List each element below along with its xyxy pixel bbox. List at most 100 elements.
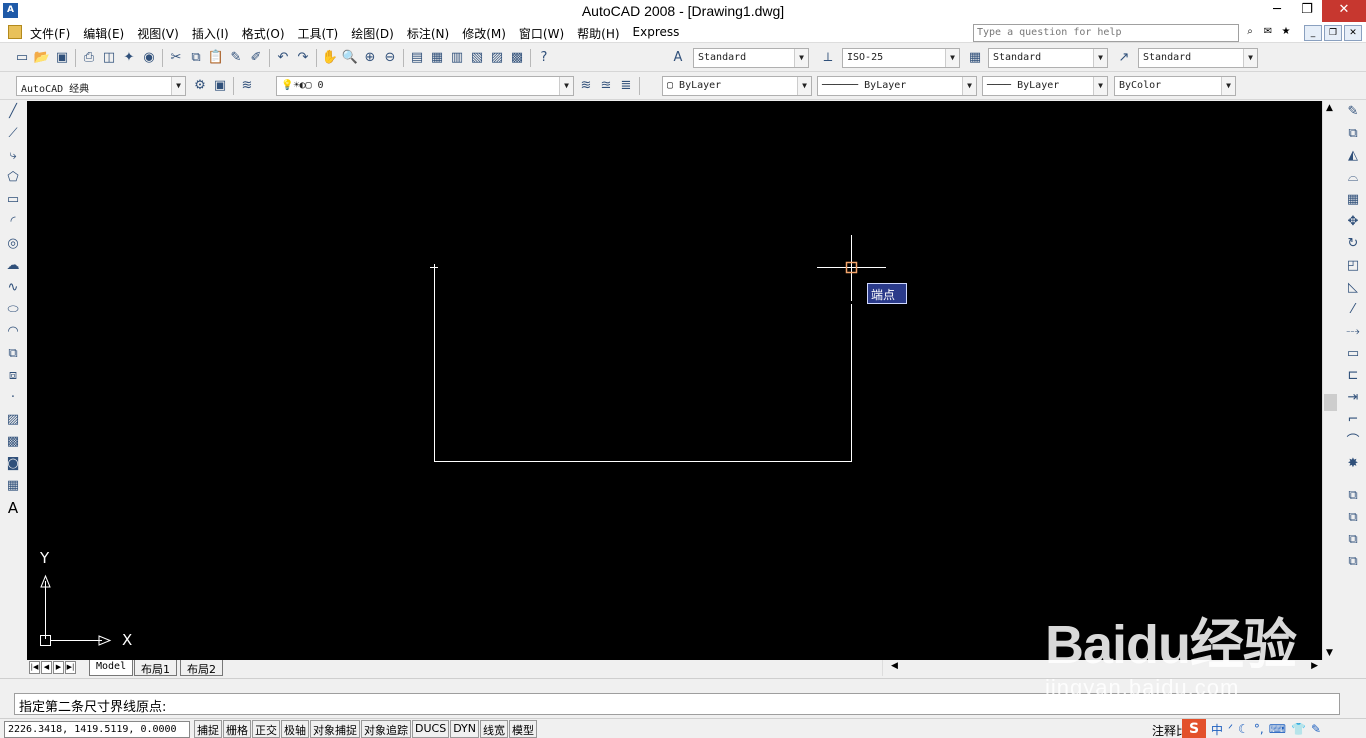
tab-layout1[interactable]: 布局1: [134, 660, 177, 676]
dyn-toggle[interactable]: DYN: [450, 720, 480, 738]
tab-layout2[interactable]: 布局2: [180, 660, 223, 676]
table-style-icon[interactable]: ▦: [965, 48, 985, 68]
menu-draw[interactable]: 绘图(D): [351, 25, 394, 42]
comma-icon[interactable]: °,: [1254, 722, 1264, 736]
redo-icon[interactable]: ↷: [293, 48, 313, 68]
doc-restore-button[interactable]: ❐: [1324, 25, 1342, 41]
join-icon[interactable]: ⇥: [1343, 388, 1363, 408]
trim-icon[interactable]: ⁄: [1343, 300, 1363, 320]
menu-tools[interactable]: 工具(T): [298, 25, 339, 42]
tools-icon[interactable]: ✎: [1311, 722, 1321, 736]
drawing-svg[interactable]: [27, 101, 1322, 660]
copy-icon[interactable]: ⧉: [1343, 124, 1363, 144]
lineweight-select[interactable]: ──── ByLayer ▼: [982, 76, 1108, 96]
menu-edit[interactable]: 编辑(E): [83, 25, 124, 42]
workspace-settings-icon[interactable]: ⚙: [190, 76, 210, 96]
tab-model[interactable]: Model: [89, 660, 134, 676]
color-select[interactable]: ▢ ByLayer ▼: [662, 76, 812, 96]
menu-format[interactable]: 格式(O): [242, 25, 285, 42]
pan-icon[interactable]: ✋: [320, 48, 340, 68]
draworder-back-icon[interactable]: ⧉: [1343, 508, 1363, 528]
revision-cloud-icon[interactable]: ☁: [3, 256, 23, 276]
workspace-select[interactable]: AutoCAD 经典 ▼: [16, 76, 186, 96]
ellipse-icon[interactable]: ⬭: [3, 300, 23, 320]
rectangle-icon[interactable]: ▭: [3, 190, 23, 210]
zoom-realtime-icon[interactable]: 🔍: [340, 48, 360, 68]
save-icon[interactable]: ▣: [52, 48, 72, 68]
scroll-left-icon[interactable]: ◀: [891, 661, 898, 671]
ducs-toggle[interactable]: DUCS: [412, 720, 450, 738]
help-search-input[interactable]: Type a question for help: [973, 24, 1239, 42]
explode-icon[interactable]: ✸: [1343, 454, 1363, 474]
zoom-previous-icon[interactable]: ⊖: [380, 48, 400, 68]
command-line[interactable]: 指定第二条尺寸界线原点:: [14, 693, 1340, 715]
rotate-icon[interactable]: ↻: [1343, 234, 1363, 254]
drawing-canvas[interactable]: Y X 端点: [27, 101, 1322, 660]
layer-states-icon[interactable]: ≣: [616, 76, 636, 96]
plotstyle-select[interactable]: ByColor ▼: [1114, 76, 1236, 96]
ellipse-arc-icon[interactable]: ◠: [3, 322, 23, 342]
next-tab-icon[interactable]: ▶: [53, 661, 64, 674]
publish-icon[interactable]: ✦: [119, 48, 139, 68]
dim-style-select[interactable]: ISO-25 ▼: [842, 48, 960, 68]
ortho-toggle[interactable]: 正交: [252, 720, 280, 738]
3d-dwf-icon[interactable]: ◉: [139, 48, 159, 68]
scroll-up-icon[interactable]: ▲: [1326, 103, 1333, 113]
arc-icon[interactable]: ◜: [3, 212, 23, 232]
array-icon[interactable]: ▦: [1343, 190, 1363, 210]
table-style-select[interactable]: Standard ▼: [988, 48, 1108, 68]
erase-icon[interactable]: ✎: [1343, 102, 1363, 122]
model-toggle[interactable]: 模型: [509, 720, 538, 738]
insert-block-icon[interactable]: ⧉: [3, 344, 23, 364]
horizontal-scrollbar[interactable]: ◀ ▶: [882, 660, 1322, 676]
new-icon[interactable]: ▭: [12, 48, 32, 68]
offset-icon[interactable]: ⌓: [1343, 168, 1363, 188]
draworder-under-icon[interactable]: ⧉: [1343, 552, 1363, 572]
otrack-toggle[interactable]: 对象追踪: [361, 720, 411, 738]
restore-button[interactable]: ❐: [1292, 0, 1322, 22]
undo-icon[interactable]: ↶: [273, 48, 293, 68]
point-icon[interactable]: ·: [3, 388, 23, 408]
menu-view[interactable]: 视图(V): [137, 25, 179, 42]
paste-icon[interactable]: 📋: [206, 48, 226, 68]
block-editor-icon[interactable]: ✐: [246, 48, 266, 68]
menu-dimension[interactable]: 标注(N): [407, 25, 449, 42]
text-style-icon[interactable]: A: [668, 48, 688, 68]
coordinate-display[interactable]: 2226.3418, 1419.5119, 0.0000: [4, 721, 190, 738]
zoom-window-icon[interactable]: ⊕: [360, 48, 380, 68]
osnap-toggle[interactable]: 对象捕捉: [310, 720, 360, 738]
help-icon[interactable]: ?: [534, 48, 554, 68]
punctuation-icon[interactable]: ᐟ: [1228, 722, 1233, 736]
construction-line-icon[interactable]: ⟋: [3, 124, 23, 144]
extend-icon[interactable]: ⤏: [1343, 322, 1363, 342]
sheet-set-icon[interactable]: ▧: [467, 48, 487, 68]
table-icon[interactable]: ▦: [3, 476, 23, 496]
save-workspace-icon[interactable]: ▣: [210, 76, 230, 96]
mirror-icon[interactable]: ◭: [1343, 146, 1363, 166]
search-icon[interactable]: ⌕: [1242, 24, 1258, 40]
scroll-right-icon[interactable]: ▶: [1311, 661, 1318, 671]
polar-toggle[interactable]: 极轴: [281, 720, 309, 738]
spline-icon[interactable]: ∿: [3, 278, 23, 298]
prev-tab-icon[interactable]: ◀: [41, 661, 52, 674]
multileader-style-icon[interactable]: ↗: [1114, 48, 1134, 68]
break-icon[interactable]: ⊏: [1343, 366, 1363, 386]
vertical-scroll-thumb[interactable]: [1324, 394, 1337, 411]
design-center-icon[interactable]: ▦: [427, 48, 447, 68]
doc-minimize-button[interactable]: _: [1304, 25, 1322, 41]
mtext-icon[interactable]: A: [3, 498, 23, 518]
properties-icon[interactable]: ▤: [407, 48, 427, 68]
last-tab-icon[interactable]: ▶|: [65, 661, 76, 674]
break-at-point-icon[interactable]: ▭: [1343, 344, 1363, 364]
polyline-icon[interactable]: ⤷: [3, 146, 23, 166]
minimize-button[interactable]: ─: [1262, 0, 1292, 22]
fillet-icon[interactable]: ⌒: [1343, 432, 1363, 452]
stretch-icon[interactable]: ◺: [1343, 278, 1363, 298]
dim-style-icon[interactable]: ⟂: [818, 48, 838, 68]
snap-toggle[interactable]: 捕捉: [194, 720, 222, 738]
menu-help[interactable]: 帮助(H): [577, 25, 619, 42]
ime-chinese-mode[interactable]: 中: [1211, 721, 1223, 738]
calculator-icon[interactable]: ▩: [507, 48, 527, 68]
favorites-icon[interactable]: ★: [1278, 24, 1294, 40]
menu-window[interactable]: 窗口(W): [519, 25, 564, 42]
